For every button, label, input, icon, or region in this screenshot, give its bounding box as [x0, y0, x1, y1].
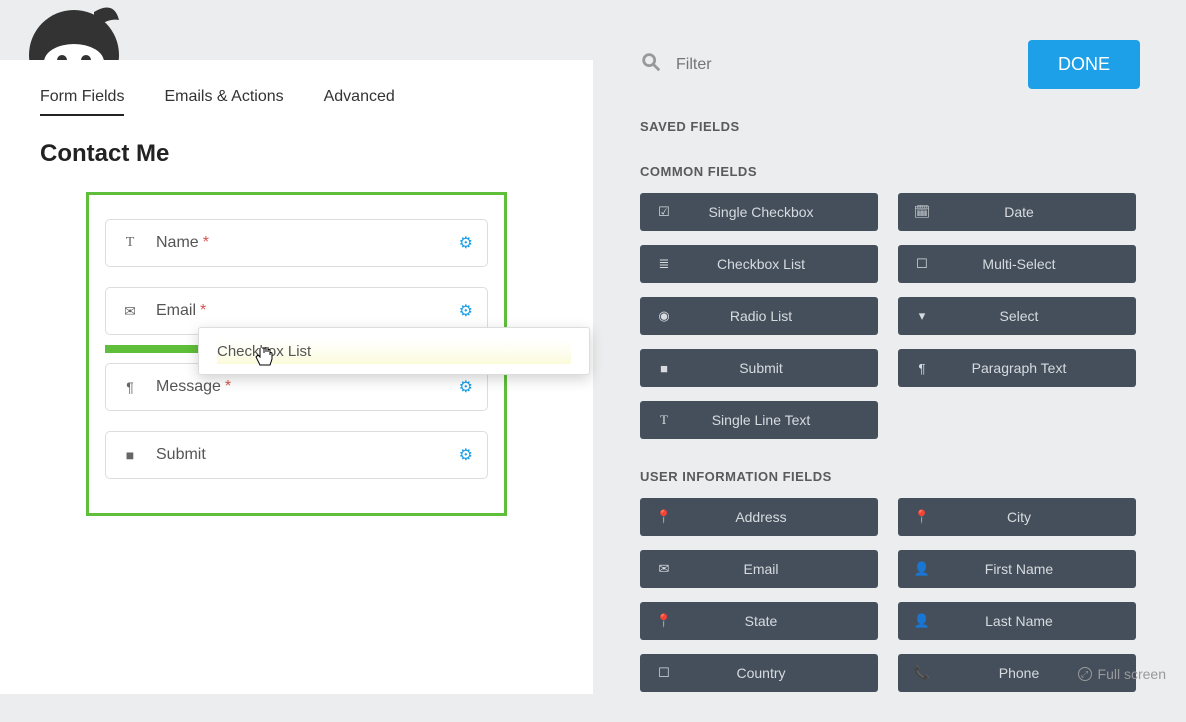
drag-ghost-label: Checkbox List [217, 339, 571, 364]
envelope-icon: ✉ [120, 303, 140, 320]
pill-address[interactable]: 📍Address [640, 498, 878, 536]
list-icon: ≣ [654, 256, 674, 272]
pill-grid: ☑Single Checkbox 🗓Date ≣Checkbox List ☐Mult… [640, 193, 1170, 439]
form-title: Contact Me [40, 140, 553, 168]
field-row-name[interactable]: T Name*⚙ [105, 219, 488, 267]
pin-icon: 📍 [654, 613, 674, 629]
editor-tabs: Form Fields Emails & Actions Advanced [40, 88, 553, 116]
pill-last-name[interactable]: 👤Last Name [898, 602, 1136, 640]
pill-label: First Name [932, 561, 1136, 577]
pill-label: Paragraph Text [932, 360, 1136, 376]
pill-label: Multi-Select [932, 256, 1136, 272]
pill-label: Select [932, 308, 1136, 324]
pill-label: Radio List [674, 308, 878, 324]
check-square-icon: ☑ [654, 204, 674, 220]
gear-icon[interactable]: ⚙ [459, 445, 473, 465]
phone-icon: 📞 [912, 665, 932, 681]
pill-multi-select[interactable]: ☐Multi-Select [898, 245, 1136, 283]
pill-select[interactable]: ▾Select [898, 297, 1136, 335]
pill-email[interactable]: ✉Email [640, 550, 878, 588]
pill-label: Email [674, 561, 878, 577]
pill-label: Single Line Text [674, 412, 878, 428]
done-button[interactable]: DONE [1028, 40, 1140, 89]
square-icon: ■ [654, 361, 674, 376]
section-saved-fields: SAVED FIELDS [640, 119, 1170, 134]
pill-label: Address [674, 509, 878, 525]
fullscreen-label: Full screen [1098, 666, 1166, 682]
drag-ghost: Checkbox List [198, 327, 590, 375]
pill-date[interactable]: 🗓Date [898, 193, 1136, 231]
section-user-information-fields: USER INFORMATION FIELDS📍Address📍City✉Ema… [640, 469, 1170, 692]
app-logo [24, 0, 124, 60]
person-icon: 👤 [912, 613, 932, 629]
radio-icon: ◉ [654, 308, 674, 324]
pill-submit[interactable]: ■Submit [640, 349, 878, 387]
pill-single-line-text[interactable]: TSingle Line Text [640, 401, 878, 439]
pill-radio-list[interactable]: ◉Radio List [640, 297, 878, 335]
required-indicator: * [203, 234, 209, 251]
pill-label: Last Name [932, 613, 1136, 629]
pill-label: Submit [674, 360, 878, 376]
pill-paragraph-text[interactable]: ¶Paragraph Text [898, 349, 1136, 387]
pill-state[interactable]: 📍State [640, 602, 878, 640]
tab-form-fields[interactable]: Form Fields [40, 88, 124, 116]
gear-icon[interactable]: ⚙ [459, 377, 473, 397]
pill-label: State [674, 613, 878, 629]
required-indicator: * [225, 378, 231, 395]
pin-icon: 📍 [654, 509, 674, 525]
fullscreen-icon: ⤢ [1078, 667, 1092, 681]
text-icon: T [120, 235, 140, 251]
pill-single-checkbox[interactable]: ☑Single Checkbox [640, 193, 878, 231]
square-open-icon: ☐ [912, 256, 932, 272]
pill-country[interactable]: ☐Country [640, 654, 878, 692]
section-heading: USER INFORMATION FIELDS [640, 469, 1170, 484]
section-heading: COMMON FIELDS [640, 164, 1170, 179]
pill-city[interactable]: 📍City [898, 498, 1136, 536]
section-common-fields: COMMON FIELDS ☑Single Checkbox 🗓Date ≣Check… [640, 164, 1170, 439]
tab-emails-actions[interactable]: Emails & Actions [164, 88, 283, 116]
pill-first-name[interactable]: 👤First Name [898, 550, 1136, 588]
pill-label: City [932, 509, 1136, 525]
pill-label: Date [932, 204, 1136, 220]
field-label: Message* [156, 378, 459, 396]
chevron-down-icon: ▾ [912, 308, 932, 324]
filter-row: DONE [640, 40, 1170, 89]
field-label: Name* [156, 234, 459, 252]
envelope-icon: ✉ [654, 561, 674, 577]
field-row-submit[interactable]: ■ Submit⚙ [105, 431, 488, 479]
calendar-icon: 🗓 [912, 204, 932, 220]
filter-input[interactable] [676, 56, 1014, 74]
text-icon: T [654, 412, 674, 428]
search-icon [640, 51, 662, 79]
pin-icon: 📍 [912, 509, 932, 525]
field-label: Submit [156, 446, 459, 464]
paragraph-icon: ¶ [120, 379, 140, 395]
field-palette: DONE SAVED FIELDS COMMON FIELDS ☑Single Ch… [640, 40, 1170, 722]
section-heading: SAVED FIELDS [640, 119, 1170, 134]
form-editor-panel: Form Fields Emails & Actions Advanced Cont… [0, 60, 593, 694]
gear-icon[interactable]: ⚙ [459, 301, 473, 321]
tab-advanced[interactable]: Advanced [324, 88, 395, 116]
paragraph-icon: ¶ [912, 361, 932, 376]
pill-label: Checkbox List [674, 256, 878, 272]
gear-icon[interactable]: ⚙ [459, 233, 473, 253]
person-icon: 👤 [912, 561, 932, 577]
square-icon: ■ [120, 447, 140, 463]
field-label: Email* [156, 302, 459, 320]
fullscreen-toggle[interactable]: ⤢ Full screen [1078, 666, 1166, 682]
square-open-icon: ☐ [654, 665, 674, 681]
pill-checkbox-list[interactable]: ≣Checkbox List [640, 245, 878, 283]
pill-label: Country [674, 665, 878, 681]
pill-grid: 📍Address📍City✉Email👤First Name📍State👤Las… [640, 498, 1170, 692]
pill-label: Single Checkbox [674, 204, 878, 220]
required-indicator: * [200, 302, 206, 319]
